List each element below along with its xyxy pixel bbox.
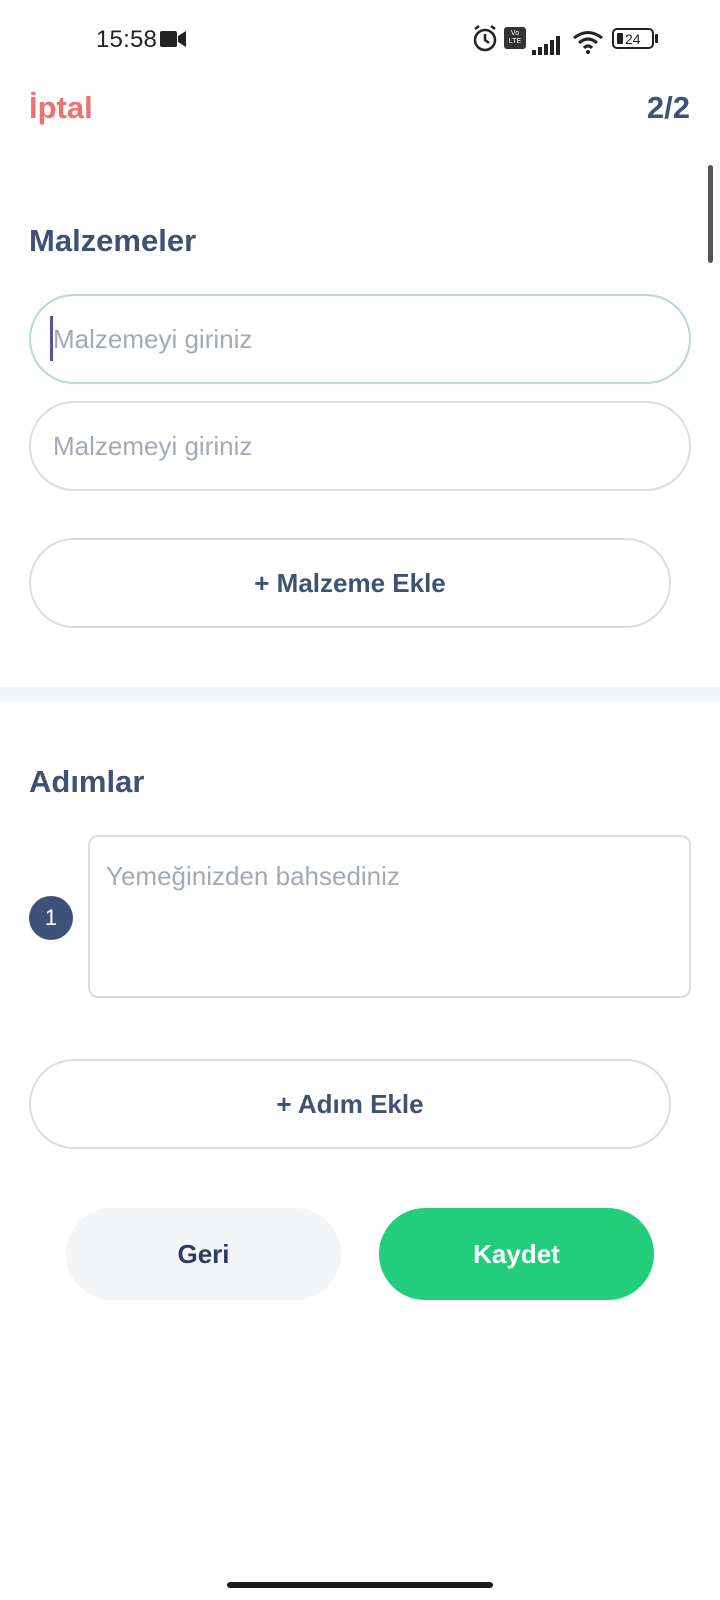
status-time: 15:58 bbox=[96, 26, 158, 53]
page-indicator: 2/2 bbox=[646, 90, 690, 125]
step-description-input[interactable] bbox=[88, 835, 691, 998]
step-number-badge: 1 bbox=[29, 896, 73, 940]
battery-percent: 24 bbox=[625, 30, 641, 47]
add-ingredient-button[interactable]: + Malzeme Ekle bbox=[29, 538, 671, 628]
wifi-icon bbox=[573, 31, 603, 54]
home-indicator[interactable] bbox=[227, 1582, 493, 1588]
ingredient-input-1[interactable] bbox=[29, 294, 691, 384]
ingredient-input-2[interactable] bbox=[29, 401, 691, 491]
signal-icon bbox=[532, 36, 560, 55]
video-camera-icon bbox=[160, 31, 186, 47]
status-bar: 15:58 Vo LTE 24 bbox=[0, 0, 720, 80]
add-step-button[interactable]: + Adım Ekle bbox=[29, 1059, 671, 1149]
text-caret bbox=[50, 316, 53, 361]
volte-icon: Vo LTE bbox=[504, 27, 526, 49]
steps-title: Adımlar bbox=[29, 764, 145, 799]
recipe-form-screen: 15:58 Vo LTE 24 İptal 2/2 Malzemeler Mal… bbox=[0, 0, 720, 1600]
alarm-icon bbox=[473, 25, 497, 52]
battery-level-fill bbox=[617, 33, 623, 44]
save-button[interactable]: Kaydet bbox=[379, 1208, 654, 1300]
back-button[interactable]: Geri bbox=[66, 1208, 341, 1300]
scrollbar[interactable] bbox=[708, 165, 713, 263]
battery-tip bbox=[655, 34, 658, 43]
section-divider bbox=[0, 687, 720, 702]
ingredients-title: Malzemeler bbox=[29, 223, 197, 258]
battery-icon: 24 bbox=[612, 28, 654, 49]
cancel-button[interactable]: İptal bbox=[29, 90, 93, 126]
